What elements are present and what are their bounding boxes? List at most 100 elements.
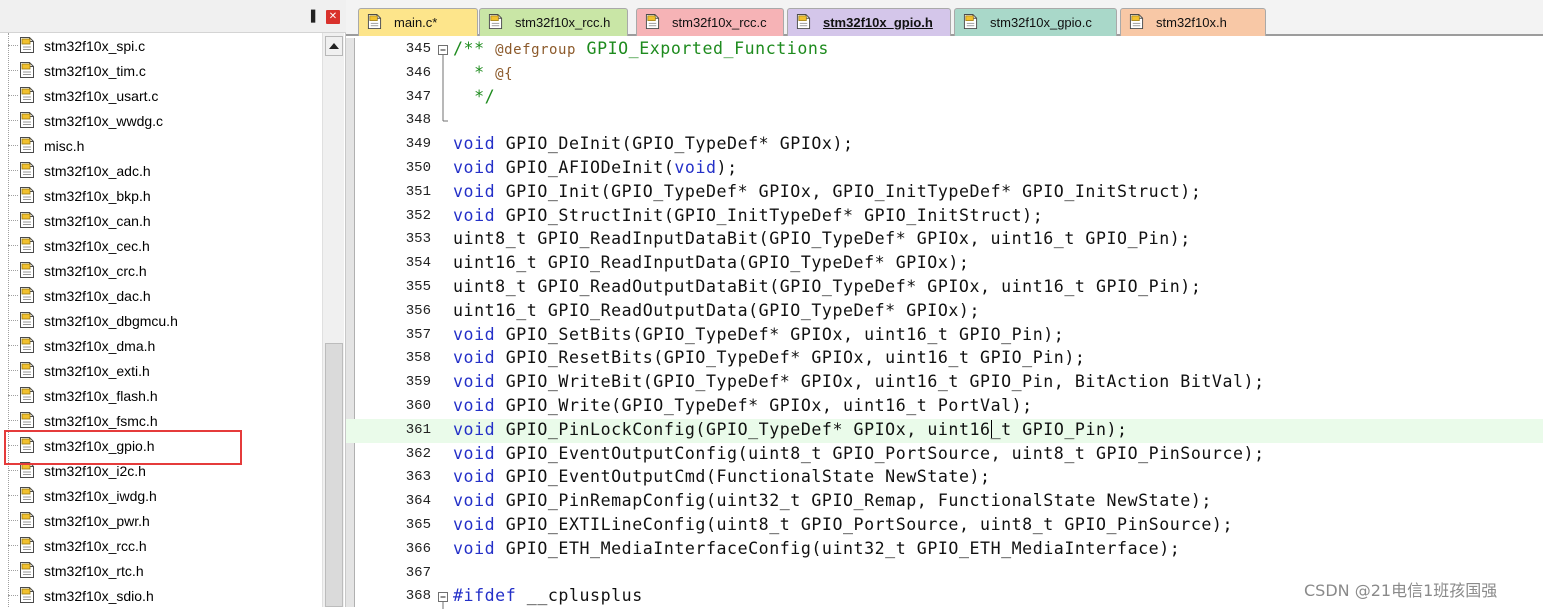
file-tree-item-label: stm32f10x_can.h	[44, 213, 151, 229]
code-text: void GPIO_PinRemapConfig(uint32_t GPIO_R…	[453, 491, 1212, 510]
line-number: 355	[405, 279, 431, 295]
code-line[interactable]: 351 void GPIO_Init(GPIO_TypeDef* GPIOx, G…	[346, 181, 1543, 205]
editor-tab[interactable]: stm32f10x_gpio.h	[787, 8, 951, 36]
code-text: void GPIO_DeInit(GPIO_TypeDef* GPIOx);	[453, 134, 854, 153]
code-line[interactable]: 353 uint8_t GPIO_ReadInputDataBit(GPIO_Ty…	[346, 228, 1543, 252]
fold-collapse-icon[interactable]	[437, 585, 449, 609]
editor-tab[interactable]: stm32f10x_gpio.c	[954, 8, 1117, 36]
tree-branch-line	[8, 470, 18, 471]
file-tree-item-label: stm32f10x_spi.c	[44, 38, 146, 54]
file-tree-item[interactable]: stm32f10x_tim.c	[0, 58, 322, 83]
file-tree-item-label: stm32f10x_sdio.h	[44, 588, 154, 604]
code-line[interactable]: 363 void GPIO_EventOutputCmd(FunctionalSt…	[346, 466, 1543, 490]
line-number: 350	[405, 160, 431, 176]
file-tree-item-label: stm32f10x_bkp.h	[44, 188, 151, 204]
code-token: _t GPIO_Pin);	[990, 419, 1128, 439]
file-tree-item[interactable]: stm32f10x_dma.h	[0, 333, 322, 358]
file-tree-item[interactable]: stm32f10x_usart.c	[0, 83, 322, 108]
code-keyword: void	[674, 158, 717, 177]
file-tree-item-label: stm32f10x_exti.h	[44, 363, 150, 379]
code-line[interactable]: 352 void GPIO_StructInit(GPIO_InitTypeDef…	[346, 205, 1543, 229]
code-line[interactable]: 347 */	[346, 85, 1543, 110]
line-number: 363	[405, 469, 431, 486]
code-line[interactable]: 365 void GPIO_EXTILineConfig(uint8_t GPIO…	[346, 514, 1543, 538]
code-line[interactable]: 360 void GPIO_Write(GPIO_TypeDef* GPIOx, …	[346, 395, 1543, 419]
file-tree-item-label: stm32f10x_pwr.h	[44, 513, 150, 529]
code-line[interactable]: 364 void GPIO_PinRemapConfig(uint32_t GPI…	[346, 490, 1543, 514]
code-keyword: void	[453, 348, 496, 368]
code-token: uint16_t GPIO_ReadOutputData(GPIO_TypeDe…	[453, 300, 981, 320]
code-line[interactable]: 350 void GPIO_AFIODeInit(void);	[346, 157, 1543, 181]
source-file-icon	[19, 186, 35, 204]
file-tree-item[interactable]: stm32f10x_flash.h	[0, 383, 322, 408]
code-line[interactable]: 354 uint16_t GPIO_ReadInputData(GPIO_Type…	[346, 252, 1543, 276]
code-comment: @defgroup	[495, 42, 576, 58]
editor-tab-label: stm32f10x.h	[1156, 15, 1227, 30]
code-line[interactable]: 357 void GPIO_SetBits(GPIO_TypeDef* GPIOx…	[346, 324, 1543, 348]
file-tree-item[interactable]: stm32f10x_dbgmcu.h	[0, 308, 322, 333]
code-token: GPIO_WriteBit(GPIO_TypeDef* GPIOx, uint1…	[495, 372, 1265, 392]
file-tree-item[interactable]: stm32f10x_bkp.h	[0, 183, 322, 208]
panel-scrollbar[interactable]	[322, 33, 344, 607]
scroll-thumb[interactable]	[325, 343, 343, 607]
file-tree-item[interactable]: stm32f10x_wwdg.c	[0, 108, 322, 133]
file-tree-item[interactable]: stm32f10x_cec.h	[0, 233, 322, 258]
file-tree-item[interactable]: stm32f10x_pwr.h	[0, 508, 322, 533]
editor-tab[interactable]: stm32f10x.h	[1120, 8, 1266, 36]
code-text: uint16_t GPIO_ReadOutputData(GPIO_TypeDe…	[453, 301, 980, 320]
source-file-icon	[19, 236, 35, 254]
file-tree-item[interactable]: stm32f10x_iwdg.h	[0, 483, 322, 508]
code-keyword: void	[453, 181, 496, 201]
source-file-icon	[19, 136, 35, 154]
line-number: 351	[405, 183, 431, 200]
code-text: void GPIO_EventOutputConfig(uint8_t GPIO…	[453, 444, 1265, 463]
file-tree-item[interactable]: stm32f10x_rtc.h	[0, 558, 322, 583]
tree-branch-line	[8, 520, 18, 521]
code-token: GPIO_PinRemapConfig(uint32_t GPIO_Remap,…	[495, 491, 1212, 511]
file-tree-item[interactable]: stm32f10x_sdio.h	[0, 583, 322, 607]
code-line[interactable]: 346 * @{	[346, 61, 1543, 86]
code-line[interactable]: 358 void GPIO_ResetBits(GPIO_TypeDef* GPI…	[346, 347, 1543, 371]
editor-tab[interactable]: main.c*	[358, 8, 478, 36]
file-tree-item[interactable]: stm32f10x_dac.h	[0, 283, 322, 308]
tree-branch-line	[8, 45, 18, 46]
code-line[interactable]: 348	[346, 109, 1543, 133]
file-tree-item[interactable]: misc.h	[0, 133, 322, 158]
code-line[interactable]: 359 void GPIO_WriteBit(GPIO_TypeDef* GPIO…	[346, 371, 1543, 395]
fold-collapse-icon[interactable]	[437, 38, 449, 62]
file-tree-item[interactable]: stm32f10x_spi.c	[0, 33, 322, 58]
fold-guide-line	[442, 109, 448, 122]
code-editor[interactable]: 345 /** @defgroup GPIO_Exported_Functions…	[346, 38, 1543, 609]
code-line[interactable]: 366 void GPIO_ETH_MediaInterfaceConfig(ui…	[346, 538, 1543, 562]
code-line[interactable]: 355 uint8_t GPIO_ReadOutputDataBit(GPIO_T…	[346, 276, 1543, 300]
line-number: 368	[405, 588, 431, 605]
code-keyword: #ifdef	[453, 586, 517, 606]
file-tree-item[interactable]: stm32f10x_rcc.h	[0, 533, 322, 558]
code-line[interactable]: 349 void GPIO_DeInit(GPIO_TypeDef* GPIOx)…	[346, 133, 1543, 157]
code-line[interactable]: 356 uint16_t GPIO_ReadOutputData(GPIO_Typ…	[346, 300, 1543, 324]
scroll-up-button[interactable]	[325, 36, 343, 56]
pin-icon[interactable]: ▐	[305, 11, 317, 23]
code-line[interactable]: 361 void GPIO_PinLockConfig(GPIO_TypeDef*…	[346, 418, 1543, 443]
code-token: GPIO_Init(GPIO_TypeDef* GPIOx, GPIO_Init…	[495, 181, 1202, 201]
code-comment: /**	[453, 39, 496, 58]
file-tree-item-label: stm32f10x_wwdg.c	[44, 113, 164, 129]
close-panel-button[interactable]: ✕	[326, 10, 340, 24]
code-token: GPIO_EventOutputConfig(uint8_t GPIO_Port…	[495, 443, 1265, 463]
file-tree-item[interactable]: stm32f10x_adc.h	[0, 158, 322, 183]
code-text: void GPIO_PinLockConfig(GPIO_TypeDef* GP…	[453, 419, 1128, 439]
tree-branch-line	[8, 420, 18, 421]
line-number: 367	[405, 564, 431, 581]
tree-branch-line	[8, 95, 18, 96]
editor-tab[interactable]: stm32f10x_rcc.c	[636, 8, 784, 36]
code-token: );	[716, 158, 738, 177]
editor-tab[interactable]: stm32f10x_rcc.h	[479, 8, 628, 36]
code-line[interactable]: 362 void GPIO_EventOutputConfig(uint8_t G…	[346, 443, 1543, 467]
code-line[interactable]: 345 /** @defgroup GPIO_Exported_Functions	[346, 38, 1543, 62]
file-tree-item-label: stm32f10x_dbgmcu.h	[44, 313, 178, 329]
code-token: GPIO_Write(GPIO_TypeDef* GPIOx, uint16_t…	[495, 396, 1033, 415]
editor-tab-label: stm32f10x_rcc.c	[672, 15, 767, 30]
file-tree-item[interactable]: stm32f10x_exti.h	[0, 358, 322, 383]
file-tree-item[interactable]: stm32f10x_can.h	[0, 208, 322, 233]
file-tree-item[interactable]: stm32f10x_crc.h	[0, 258, 322, 283]
